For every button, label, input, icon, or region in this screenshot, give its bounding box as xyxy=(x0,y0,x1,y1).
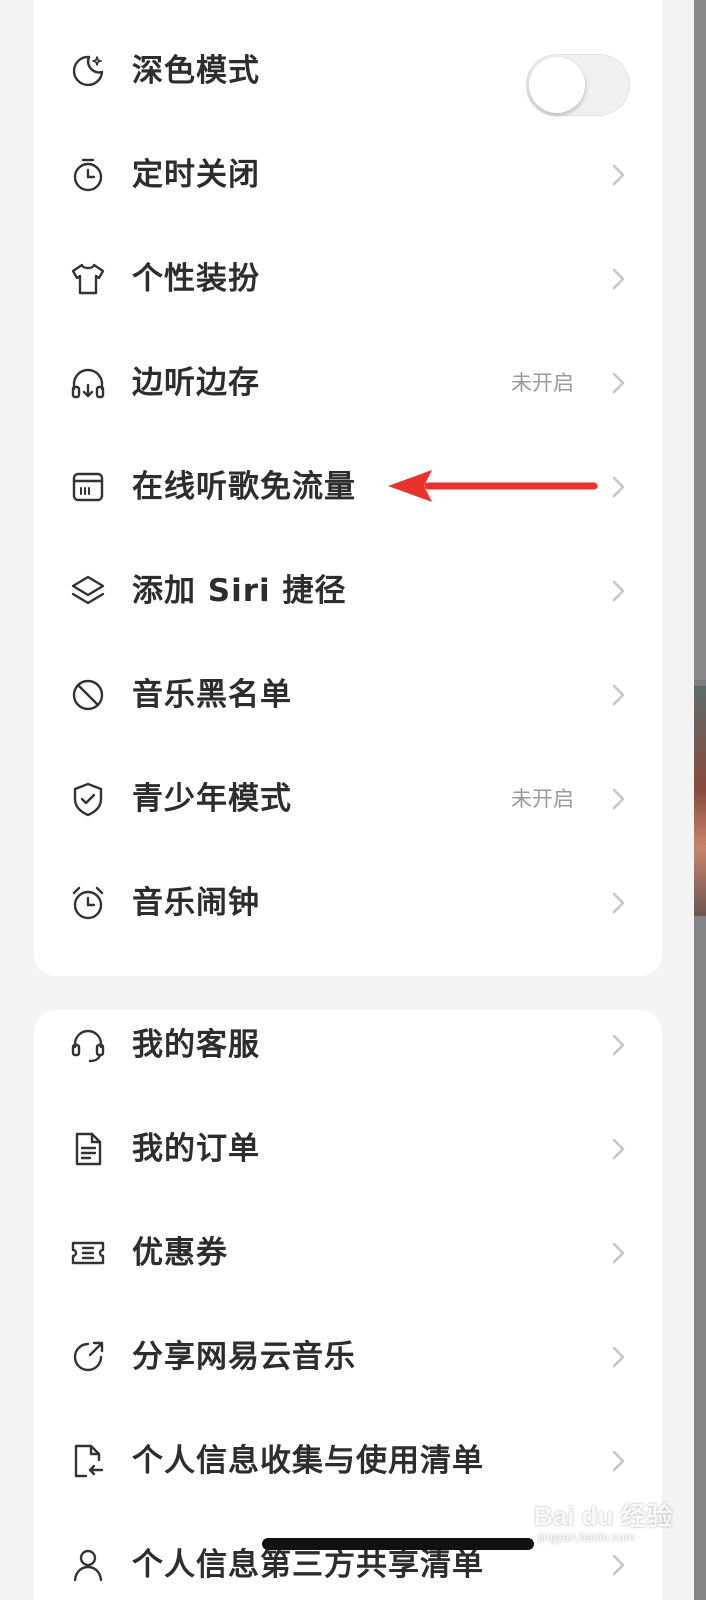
music-blacklist-label: 音乐黑名单 xyxy=(132,677,292,713)
music-blacklist-row[interactable]: 音乐黑名单 xyxy=(34,642,662,748)
chevron-right-icon xyxy=(604,161,632,189)
chevron-right-icon xyxy=(604,473,632,501)
my-orders-row[interactable]: 我的订单 xyxy=(34,1096,662,1202)
file-return-icon xyxy=(70,1443,106,1479)
chevron-right-icon xyxy=(604,1239,632,1267)
sleep-timer-label: 定时关闭 xyxy=(132,157,260,193)
third-party-sharing-label: 个人信息第三方共享清单 xyxy=(132,1547,484,1583)
chevron-right-icon xyxy=(604,1447,632,1475)
personal-theme-label: 个性装扮 xyxy=(132,261,260,297)
dark-mode-row[interactable]: 深色模式 xyxy=(34,18,662,124)
headset-icon xyxy=(70,1027,106,1063)
tshirt-icon xyxy=(70,261,106,297)
chevron-right-icon xyxy=(604,369,632,397)
chevron-right-icon xyxy=(604,577,632,605)
chevron-right-icon xyxy=(604,1551,632,1579)
personal-theme-row[interactable]: 个性装扮 xyxy=(34,226,662,332)
toggle-knob xyxy=(529,57,585,113)
watermark-main: Bai du 经验 xyxy=(534,1501,673,1531)
alarm-clock-icon xyxy=(70,885,106,921)
teen-mode-label: 青少年模式 xyxy=(132,781,292,817)
home-indicator xyxy=(262,1538,534,1550)
status-text: 未开启 xyxy=(511,371,574,395)
status-text: 未开启 xyxy=(511,787,574,811)
listen-and-save-row[interactable]: 边听边存 未开启 xyxy=(34,330,662,436)
moon-icon xyxy=(70,53,106,89)
baidu-jingyan-watermark: Bai du 经验 jingyan.baidu.com xyxy=(534,1496,702,1550)
chevron-right-icon xyxy=(604,889,632,917)
layers-icon xyxy=(70,573,106,609)
teen-mode-row[interactable]: 青少年模式 未开启 xyxy=(34,746,662,852)
my-orders-label: 我的订单 xyxy=(132,1131,260,1167)
dark-mode-label: 深色模式 xyxy=(132,53,260,89)
dark-mode-toggle[interactable] xyxy=(526,54,630,116)
chevron-right-icon xyxy=(604,785,632,813)
listen-and-save-label: 边听边存 xyxy=(132,365,260,401)
block-icon xyxy=(70,677,106,713)
coupons-label: 优惠券 xyxy=(132,1235,228,1271)
headphones-icon xyxy=(70,365,106,401)
music-alarm-row[interactable]: 音乐闹钟 xyxy=(34,850,662,956)
chevron-right-icon xyxy=(604,265,632,293)
shield-check-icon xyxy=(70,781,106,817)
siri-shortcut-row[interactable]: 添加 Siri 捷径 xyxy=(34,538,662,644)
ticket-icon xyxy=(70,1235,106,1271)
chevron-right-icon xyxy=(604,681,632,709)
document-icon xyxy=(70,1131,106,1167)
timer-icon xyxy=(70,157,106,193)
siri-shortcut-label: 添加 Siri 捷径 xyxy=(132,573,347,609)
music-alarm-label: 音乐闹钟 xyxy=(132,885,260,921)
customer-service-row[interactable]: 我的客服 xyxy=(34,1010,662,1098)
share-app-row[interactable]: 分享网易云音乐 xyxy=(34,1304,662,1410)
sim-card-icon xyxy=(70,469,106,505)
customer-service-label: 我的客服 xyxy=(132,1027,260,1063)
free-data-streaming-label: 在线听歌免流量 xyxy=(132,469,356,505)
annotation-arrow xyxy=(388,470,598,502)
share-app-label: 分享网易云音乐 xyxy=(132,1339,356,1375)
personal-info-collection-label: 个人信息收集与使用清单 xyxy=(132,1443,484,1479)
chevron-right-icon xyxy=(604,1135,632,1163)
background-page-edge xyxy=(694,0,706,1600)
chevron-right-icon xyxy=(604,1031,632,1059)
coupons-row[interactable]: 优惠券 xyxy=(34,1200,662,1306)
sleep-timer-row[interactable]: 定时关闭 xyxy=(34,122,662,228)
watermark-sub: jingyan.baidu.com xyxy=(538,1530,635,1544)
user-share-icon xyxy=(70,1547,106,1583)
share-icon xyxy=(70,1339,106,1375)
chevron-right-icon xyxy=(604,1343,632,1371)
